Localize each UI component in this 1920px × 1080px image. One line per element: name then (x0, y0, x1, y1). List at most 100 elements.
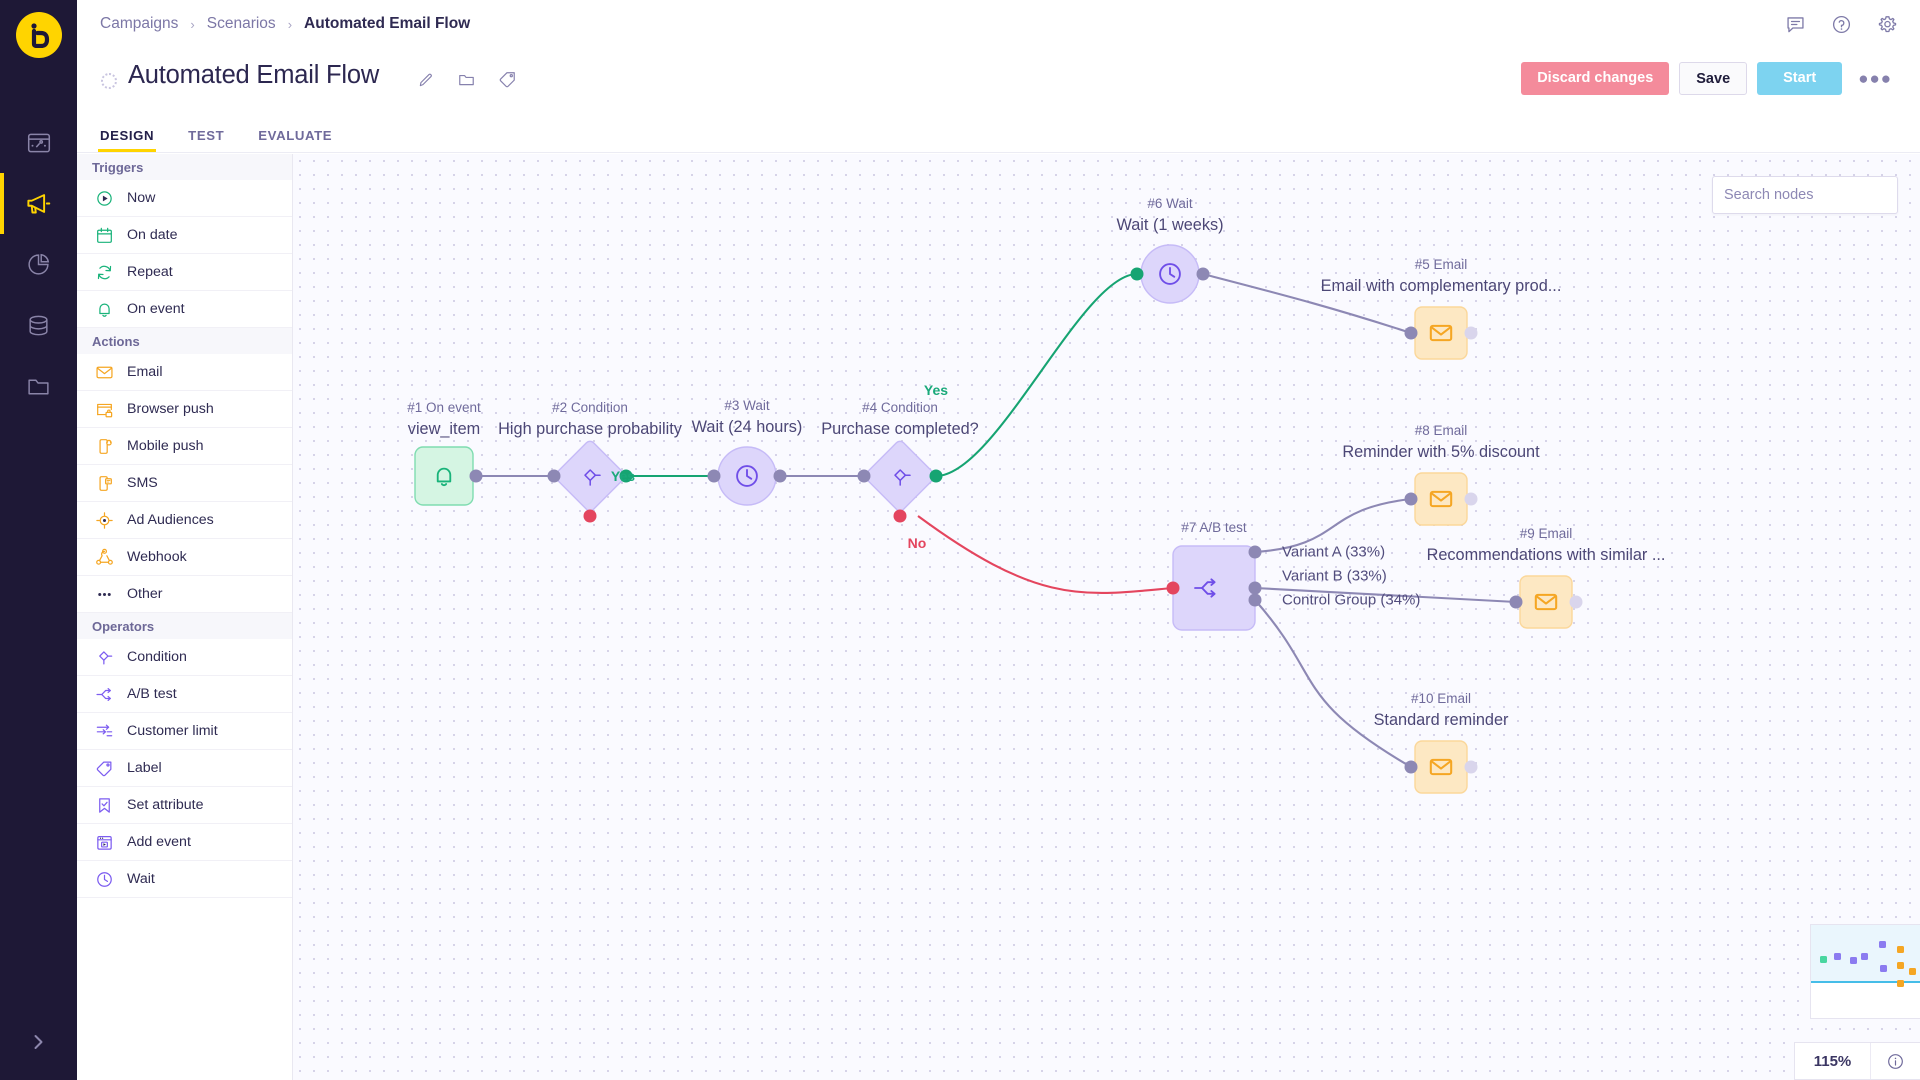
topbar: Campaigns › Scenarios › Automated Email … (77, 0, 1920, 51)
breadcrumb-scenarios[interactable]: Scenarios (207, 15, 276, 33)
diamond-icon (99, 650, 113, 664)
rail-expand-button[interactable] (0, 1032, 77, 1052)
palette-item-label: SMS (127, 475, 158, 491)
palette-item-sms[interactable]: SMS (77, 465, 292, 502)
folder-icon[interactable] (457, 70, 476, 94)
help-icon[interactable] (1831, 14, 1852, 40)
envelope-icon (95, 363, 114, 382)
chevron-right-icon (34, 1035, 43, 1049)
palette-item-label: On date (127, 227, 178, 243)
play-circle-icon (95, 189, 114, 208)
palette-item-now[interactable]: Now (77, 180, 292, 217)
palette-item-label: Browser push (127, 401, 214, 417)
tag-icon (96, 761, 112, 776)
flow-edge (1254, 586, 1517, 604)
node-port (1464, 326, 1478, 340)
diamond-icon (95, 648, 114, 667)
palette-item-ad-audiences[interactable]: Ad Audiences (77, 502, 292, 539)
rail-item-data[interactable] (0, 295, 77, 356)
split-icon (96, 687, 111, 701)
megaphone-icon (27, 194, 51, 214)
repeat-icon (95, 263, 114, 282)
webhook-icon (95, 548, 114, 567)
palette-item-label: Other (127, 586, 163, 602)
start-button[interactable]: Start (1757, 62, 1843, 95)
flow-canvas[interactable]: #1 On event view_item #2 Condition High pur… (293, 154, 1920, 1080)
tag-icon[interactable] (498, 70, 517, 94)
flow-node-condition (864, 440, 936, 512)
browser-push-icon (95, 400, 114, 419)
palette-item-set-attribute[interactable]: Set attribute (77, 787, 292, 824)
flow-node-abtest (1172, 545, 1256, 631)
breadcrumb-separator: › (190, 16, 195, 32)
palette-item-label: Repeat (127, 264, 173, 280)
rail-item-dashboard[interactable] (0, 112, 77, 173)
palette-item-customer-limit[interactable]: Customer limit (77, 713, 292, 750)
node-port (893, 509, 907, 523)
palette-item-mobile-push[interactable]: Mobile push (77, 428, 292, 465)
breadcrumb: Campaigns › Scenarios › Automated Email … (100, 15, 470, 33)
search-nodes-box[interactable] (1712, 176, 1911, 214)
palette-item-on-event[interactable]: On event (77, 291, 292, 328)
palette-item-condition[interactable]: Condition (77, 639, 292, 676)
flow-edge (917, 515, 1174, 595)
discard-changes-button[interactable]: Discard changes (1521, 62, 1670, 95)
palette-item-webhook[interactable]: Webhook (77, 539, 292, 576)
node-port (857, 469, 871, 483)
palette-group-triggers: Triggers (77, 154, 292, 180)
minimap[interactable] (1810, 924, 1920, 1019)
info-icon[interactable] (1871, 1043, 1920, 1079)
zoom-level[interactable]: 115% (1795, 1043, 1871, 1079)
bookmark-check-icon (95, 796, 114, 815)
search-input[interactable] (1724, 187, 1911, 203)
palette-item-on-date[interactable]: On date (77, 217, 292, 254)
node-palette: Triggers Now On date Repeat On event Actions E… (77, 154, 293, 1080)
palette-item-label: A/B test (127, 686, 177, 702)
minimap-dot (1909, 968, 1916, 975)
rail-item-analytics[interactable] (0, 234, 77, 295)
breadcrumb-campaigns[interactable]: Campaigns (100, 15, 178, 33)
node-port (469, 469, 483, 483)
webhook-icon (96, 548, 113, 565)
palette-item-label[interactable]: Label (77, 750, 292, 787)
mobile-push-icon (99, 438, 112, 454)
palette-item-browser-push[interactable]: Browser push (77, 391, 292, 428)
calendar-icon (97, 227, 112, 243)
ellipsis-icon (98, 592, 111, 596)
rail-item-assets[interactable] (0, 356, 77, 417)
more-options-button[interactable]: ●●● (1852, 62, 1898, 95)
node-port (547, 469, 561, 483)
palette-item-repeat[interactable]: Repeat (77, 254, 292, 291)
rail-item-campaigns[interactable] (0, 173, 77, 234)
palette-item-add-event[interactable]: Add event (77, 824, 292, 861)
tab-design[interactable]: DESIGN (97, 128, 157, 152)
app-logo[interactable] (15, 12, 62, 58)
node-port (1404, 760, 1418, 774)
flow-node-email (1519, 575, 1573, 629)
tab-bar: DESIGN TEST EVALUATE (77, 113, 1920, 153)
palette-item-label: Set attribute (127, 797, 204, 813)
flow-nodes (414, 244, 1583, 794)
target-icon (95, 511, 114, 530)
minimap-dot (1897, 980, 1904, 987)
gear-icon[interactable] (1877, 14, 1898, 40)
node-port (1509, 595, 1523, 609)
palette-item-label: Webhook (127, 549, 187, 565)
envelope-icon (96, 366, 113, 378)
palette-item-other[interactable]: Other (77, 576, 292, 613)
tab-evaluate[interactable]: EVALUATE (258, 128, 332, 152)
palette-group-actions: Actions (77, 328, 292, 354)
rail-nav (0, 112, 77, 417)
node-port (1248, 593, 1262, 607)
tab-test[interactable]: TEST (188, 128, 224, 152)
flow-node-trigger (414, 446, 474, 506)
palette-item-a-b-test[interactable]: A/B test (77, 676, 292, 713)
tag-icon (95, 759, 114, 778)
palette-item-email[interactable]: Email (77, 354, 292, 391)
add-event-icon (97, 835, 112, 850)
node-port (773, 469, 787, 483)
edit-pencil-icon[interactable] (417, 71, 435, 94)
palette-item-wait[interactable]: Wait (77, 861, 292, 898)
comment-icon[interactable] (1785, 14, 1806, 40)
save-button[interactable]: Save (1679, 62, 1748, 95)
